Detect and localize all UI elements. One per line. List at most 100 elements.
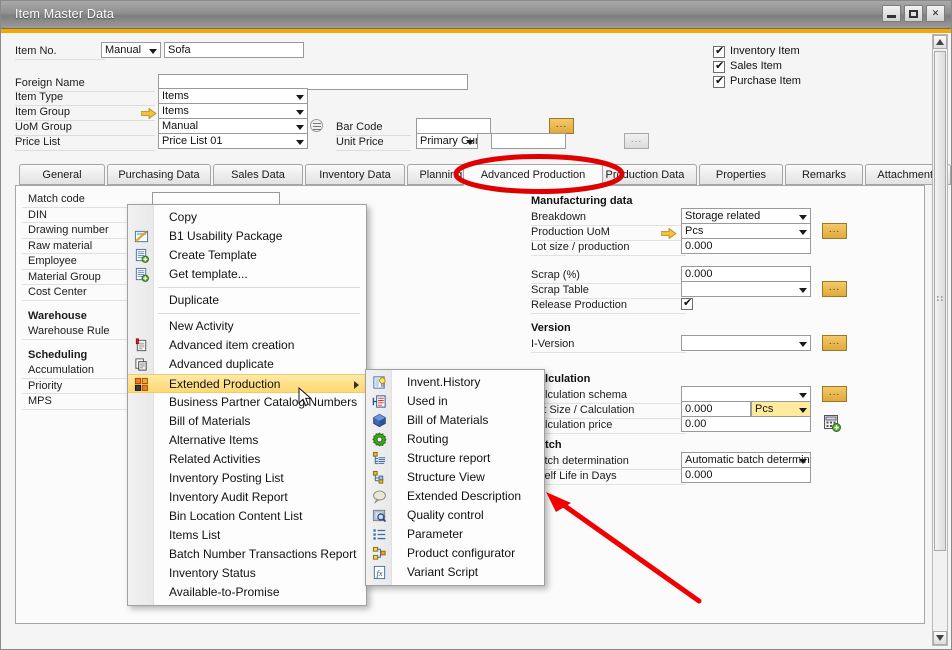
tab-purchasing-data[interactable]: Purchasing Data bbox=[107, 164, 211, 185]
submenu-item-invent-history[interactable]: Invent.History bbox=[366, 373, 544, 392]
release-production-underline bbox=[531, 313, 686, 314]
sales-item-checkbox[interactable] bbox=[713, 61, 725, 73]
tab-inventory-data[interactable]: Inventory Data bbox=[305, 164, 405, 185]
menu-item-label: Advanced item creation bbox=[169, 338, 294, 352]
item-no-mode-select[interactable]: Manual bbox=[101, 42, 161, 58]
menu-item-get-template[interactable]: Get template... bbox=[128, 265, 366, 284]
menu-item-alternative-items[interactable]: Alternative Items bbox=[128, 431, 366, 450]
vertical-scrollbar[interactable] bbox=[932, 34, 948, 646]
menu-item-b1-usability-package[interactable]: B1 Usability Package bbox=[128, 227, 366, 246]
price-list-select[interactable]: Price List 01 bbox=[158, 133, 308, 149]
menu-item-bill-of-materials[interactable]: Bill of Materials bbox=[128, 412, 366, 431]
menu-item-batch-number-transactions-report[interactable]: Batch Number Transactions Report bbox=[128, 545, 366, 564]
bar-code-browse-button[interactable]: ... bbox=[549, 118, 574, 134]
close-icon[interactable]: ✕ bbox=[926, 5, 945, 22]
submenu-item-label: Parameter bbox=[407, 527, 463, 541]
lot-size-production-input[interactable]: 0.000 bbox=[681, 238, 811, 254]
item-group-label: Item Group bbox=[15, 106, 70, 118]
i-version-select[interactable] bbox=[681, 335, 811, 351]
mps-label: MPS bbox=[28, 395, 52, 407]
get-template-icon bbox=[134, 267, 149, 282]
routing-gear-icon bbox=[372, 432, 387, 447]
advanced-duplicate-icon bbox=[134, 357, 149, 372]
menu-item-label: Available-to-Promise bbox=[169, 585, 280, 599]
submenu-item-variant-script[interactable]: fx Variant Script bbox=[366, 563, 544, 582]
scrollbar-grip-icon bbox=[937, 296, 945, 304]
i-version-label: I-Version bbox=[531, 338, 574, 350]
breakdown-select[interactable]: Storage related bbox=[681, 208, 811, 224]
menu-item-items-list[interactable]: Items List bbox=[128, 526, 366, 545]
calculation-schema-browse-button[interactable]: ... bbox=[822, 386, 847, 402]
menu-item-inventory-audit-report[interactable]: Inventory Audit Report bbox=[128, 488, 366, 507]
uom-list-icon[interactable] bbox=[310, 119, 323, 132]
menu-item-extended-production[interactable]: Extended Production bbox=[128, 374, 366, 393]
scrap-table-select[interactable] bbox=[681, 281, 811, 297]
scrap-percent-input[interactable]: 0.000 bbox=[681, 266, 811, 282]
i-version-browse-button[interactable]: ... bbox=[822, 335, 847, 351]
item-group-select[interactable]: Items bbox=[158, 103, 308, 119]
scroll-up-button[interactable] bbox=[933, 35, 947, 49]
shelf-life-days-input[interactable]: 0.000 bbox=[681, 467, 811, 483]
tab-properties[interactable]: Properties bbox=[699, 164, 783, 185]
submenu-item-bill-of-materials[interactable]: Bill of Materials bbox=[366, 411, 544, 430]
lot-size-calculation-unit-select[interactable]: Pcs bbox=[751, 401, 811, 417]
unit-price-browse-button[interactable]: ... bbox=[624, 133, 649, 149]
submenu-item-product-configurator[interactable]: Product configurator bbox=[366, 544, 544, 563]
submenu-item-label: Extended Description bbox=[407, 489, 521, 503]
batch-determination-select[interactable]: Automatic batch determina bbox=[681, 452, 811, 468]
inventory-item-checkbox[interactable] bbox=[713, 46, 725, 58]
menu-item-advanced-duplicate[interactable]: Advanced duplicate bbox=[128, 355, 366, 374]
submenu-item-used-in[interactable]: Used in bbox=[366, 392, 544, 411]
unit-price-input[interactable] bbox=[491, 133, 566, 149]
menu-item-advanced-item-creation[interactable]: Advanced item creation bbox=[128, 336, 366, 355]
submenu-item-quality-control[interactable]: Quality control bbox=[366, 506, 544, 525]
tab-general[interactable]: General bbox=[19, 164, 105, 185]
menu-item-copy[interactable]: Copy bbox=[128, 208, 366, 227]
menu-item-duplicate[interactable]: Duplicate bbox=[128, 291, 366, 310]
menu-item-bin-location-content-list[interactable]: Bin Location Content List bbox=[128, 507, 366, 526]
submenu-item-extended-description[interactable]: Extended Description bbox=[366, 487, 544, 506]
release-production-checkbox[interactable] bbox=[681, 298, 693, 310]
unit-price-currency-select[interactable]: Primary Curr bbox=[416, 133, 478, 149]
minimize-icon[interactable] bbox=[882, 5, 901, 22]
item-type-select[interactable]: Items bbox=[158, 88, 308, 104]
menu-item-create-template[interactable]: Create Template bbox=[128, 246, 366, 265]
maximize-icon[interactable] bbox=[904, 5, 923, 22]
uom-group-select[interactable]: Manual bbox=[158, 118, 308, 134]
menu-item-related-activities[interactable]: Related Activities bbox=[128, 450, 366, 469]
menu-separator-1 bbox=[158, 287, 360, 288]
production-uom-link-arrow-icon[interactable] bbox=[661, 228, 677, 239]
menu-item-label: Advanced duplicate bbox=[169, 357, 274, 371]
submenu-item-structure-view[interactable]: Structure View bbox=[366, 468, 544, 487]
scrollbar-thumb[interactable] bbox=[934, 51, 946, 551]
tab-production-data[interactable]: Production Data bbox=[593, 164, 697, 185]
menu-item-available-to-promise[interactable]: Available-to-Promise bbox=[128, 583, 366, 602]
tab-advanced-production[interactable]: Advanced Production bbox=[463, 164, 603, 186]
lot-size-calculation-input[interactable]: 0.000 bbox=[681, 401, 751, 417]
menu-item-label: Bin Location Content List bbox=[169, 509, 302, 523]
calculator-icon[interactable] bbox=[823, 414, 841, 432]
submenu-item-structure-report[interactable]: Structure report bbox=[366, 449, 544, 468]
scrap-table-browse-button[interactable]: ... bbox=[822, 281, 847, 297]
purchase-item-checkbox[interactable] bbox=[713, 76, 725, 88]
tab-sales-data[interactable]: Sales Data bbox=[213, 164, 303, 185]
shelf-life-days-underline bbox=[531, 484, 686, 485]
production-uom-browse-button[interactable]: ... bbox=[822, 223, 847, 239]
bar-code-input[interactable] bbox=[416, 118, 491, 134]
svg-text:fx: fx bbox=[376, 568, 382, 578]
item-group-link-arrow-icon[interactable] bbox=[141, 108, 157, 119]
submenu-item-parameter[interactable]: Parameter bbox=[366, 525, 544, 544]
submenu-item-routing[interactable]: Routing bbox=[366, 430, 544, 449]
calculation-schema-select[interactable] bbox=[681, 386, 811, 402]
calculation-price-input[interactable]: 0.00 bbox=[681, 416, 811, 432]
menu-item-business-partner-catalog-numbers[interactable]: Business Partner Catalog Numbers bbox=[128, 393, 366, 412]
production-uom-select[interactable]: Pcs bbox=[681, 223, 811, 239]
menu-item-new-activity[interactable]: New Activity bbox=[128, 317, 366, 336]
menu-item-inventory-posting-list[interactable]: Inventory Posting List bbox=[128, 469, 366, 488]
item-no-input[interactable]: Sofa bbox=[164, 42, 304, 58]
tab-remarks[interactable]: Remarks bbox=[785, 164, 863, 185]
unit-price-label: Unit Price bbox=[336, 136, 384, 148]
extended-production-submenu: Invent.History Used in Bill of Materials bbox=[365, 369, 545, 586]
scroll-down-button[interactable] bbox=[933, 631, 947, 645]
menu-item-inventory-status[interactable]: Inventory Status bbox=[128, 564, 366, 583]
